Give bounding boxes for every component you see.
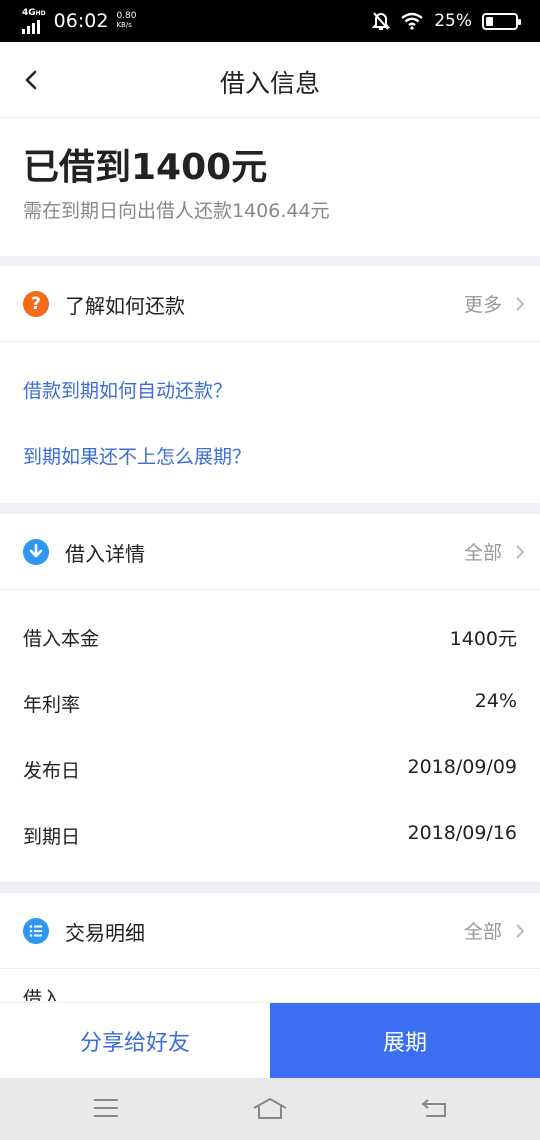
more-link[interactable]: 更多 bbox=[464, 290, 502, 317]
status-bar: 4GHD 06:02 0.80 KB/s 25% bbox=[0, 0, 540, 42]
faq-extension-link[interactable]: 到期如果还不上怎么展期？ bbox=[23, 442, 251, 469]
network-speed: 0.80 KB/s bbox=[116, 12, 136, 30]
network-speed-unit: KB/s bbox=[116, 21, 132, 29]
how-to-repay-card: ? 了解如何还款 更多 借款到期如何自动还款？ 到期如果还不上怎么展期？ bbox=[0, 266, 540, 503]
question-icon: ? bbox=[23, 291, 49, 317]
home-icon[interactable] bbox=[252, 1096, 288, 1122]
menu-icon[interactable] bbox=[92, 1096, 120, 1120]
chevron-right-icon bbox=[516, 297, 525, 311]
back-icon[interactable] bbox=[420, 1096, 448, 1120]
network-type: 4G bbox=[22, 7, 36, 18]
how-to-repay-header[interactable]: ? 了解如何还款 更多 bbox=[0, 266, 540, 342]
detail-label: 到期日 bbox=[23, 826, 81, 848]
detail-row-publish-date: 发布日 2018/09/09 bbox=[0, 736, 540, 802]
bottom-action-bar: 分享给好友 展期 bbox=[0, 1002, 540, 1079]
detail-value: 2018/09/09 bbox=[407, 756, 517, 778]
loan-detail-card: 借入详情 全部 借入本金 1400元 年利率 24% 发布日 2018/09/0… bbox=[0, 514, 540, 882]
borrowed-amount-headline: 已借到1400元 bbox=[23, 147, 268, 188]
transaction-title: 交易明细 bbox=[65, 921, 145, 945]
status-left: 4GHD 06:02 0.80 KB/s bbox=[22, 7, 136, 34]
detail-row-rate: 年利率 24% bbox=[0, 670, 540, 736]
detail-row-due-date: 到期日 2018/09/16 bbox=[0, 802, 540, 868]
detail-label: 发布日 bbox=[23, 760, 81, 782]
battery-icon bbox=[482, 12, 521, 30]
nav-bar: 借入信息 bbox=[0, 42, 540, 118]
how-to-repay-title: 了解如何还款 bbox=[65, 294, 185, 318]
cellular-signal-icon: 4GHD bbox=[22, 7, 46, 34]
extend-button[interactable]: 展期 bbox=[270, 1003, 540, 1079]
section-divider bbox=[0, 882, 540, 893]
chevron-right-icon bbox=[516, 545, 525, 559]
list-glyph bbox=[29, 925, 42, 937]
loan-summary: 已借到1400元 需在到期日向出借人还款1406.44元 bbox=[0, 118, 540, 256]
page-title: 借入信息 bbox=[219, 69, 320, 98]
system-nav-bar bbox=[0, 1078, 540, 1140]
transaction-card: 交易明细 全部 bbox=[0, 893, 540, 1002]
section-divider bbox=[0, 256, 540, 266]
network-speed-value: 0.80 bbox=[116, 11, 137, 21]
share-button[interactable]: 分享给好友 bbox=[0, 1003, 270, 1079]
battery-percent: 25% bbox=[434, 11, 472, 31]
all-details-link[interactable]: 全部 bbox=[464, 538, 502, 565]
download-arrow-glyph bbox=[29, 543, 43, 558]
detail-value: 1400元 bbox=[449, 628, 517, 650]
chevron-right-icon bbox=[516, 924, 525, 938]
network-sub: HD bbox=[35, 9, 46, 17]
list-icon bbox=[23, 918, 49, 944]
detail-row-principal: 借入本金 1400元 bbox=[0, 604, 540, 670]
loan-detail-header[interactable]: 借入详情 全部 bbox=[0, 514, 540, 590]
detail-value: 2018/09/16 bbox=[407, 822, 517, 844]
transaction-header[interactable]: 交易明细 全部 bbox=[0, 893, 540, 969]
loan-detail-title: 借入详情 bbox=[65, 542, 145, 566]
detail-label: 借入本金 bbox=[23, 628, 100, 650]
battery-fill bbox=[486, 16, 493, 26]
download-arrow-icon bbox=[23, 539, 49, 565]
transaction-item-partial: 借入 bbox=[23, 988, 62, 1001]
section-divider bbox=[0, 503, 540, 514]
wifi-icon bbox=[401, 12, 423, 30]
all-transactions-link[interactable]: 全部 bbox=[464, 917, 502, 944]
status-right: 25% bbox=[372, 11, 521, 31]
mute-bell-icon bbox=[372, 12, 391, 30]
detail-value: 24% bbox=[474, 690, 517, 712]
detail-label: 年利率 bbox=[23, 694, 81, 716]
clock: 06:02 bbox=[53, 10, 109, 32]
repayment-due-text: 需在到期日向出借人还款1406.44元 bbox=[23, 200, 330, 222]
faq-auto-repay-link[interactable]: 借款到期如何自动还款？ bbox=[23, 376, 232, 403]
